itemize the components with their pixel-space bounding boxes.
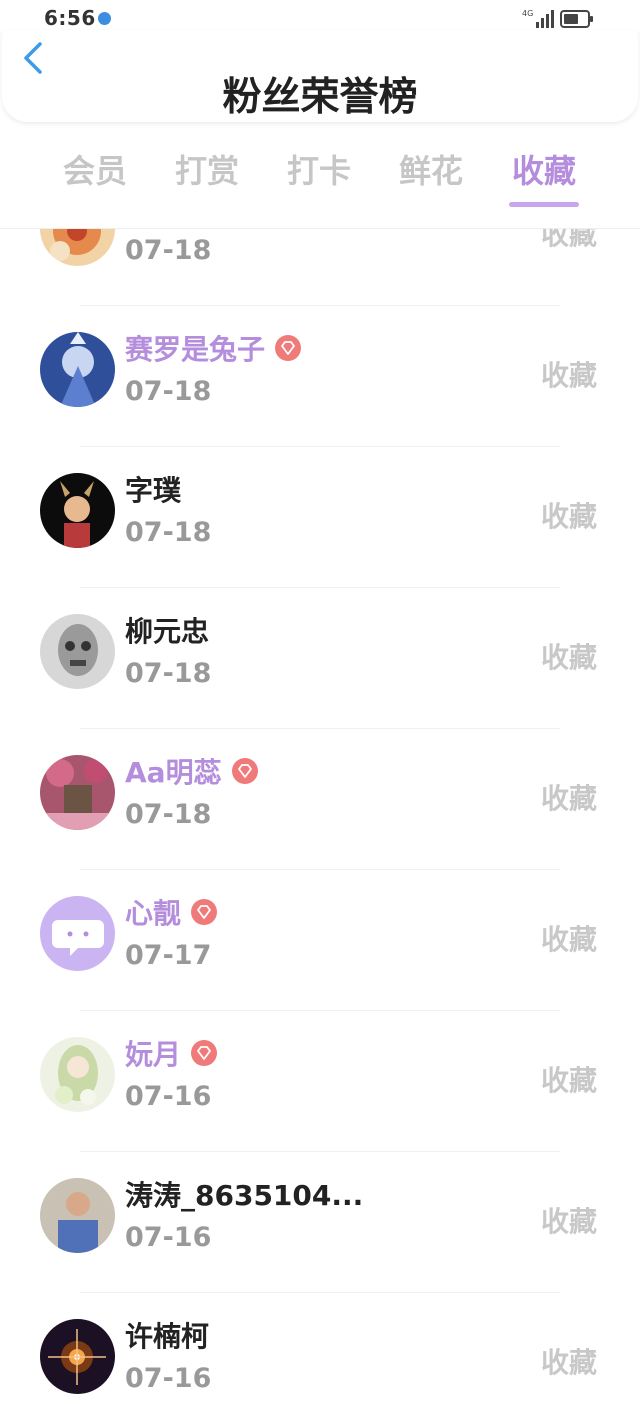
avatar[interactable] [40, 896, 115, 971]
favorite-action-label: 收藏 [541, 923, 598, 956]
favorite-action-label: 收藏 [541, 1064, 598, 1097]
favorite-action-label: 收藏 [541, 641, 598, 674]
favorite-date: 07-16 [125, 1363, 212, 1394]
tab-favorites[interactable]: 收藏 [499, 146, 589, 192]
favorite-action-label: 收藏 [541, 1346, 598, 1379]
favorite-date: 07-18 [125, 235, 212, 266]
favorite-action-label: 收藏 [541, 229, 598, 251]
vip-diamond-icon [231, 758, 258, 784]
vip-diamond-icon [191, 899, 218, 925]
list-item[interactable]: Aa明蕊 07-18 收藏 [0, 729, 640, 870]
tab-bar: 会员 打赏 打卡 鲜花 收藏 [0, 140, 640, 210]
avatar[interactable] [40, 229, 115, 266]
avatar[interactable] [40, 1037, 115, 1112]
page-title: 粉丝荣誉榜 [222, 75, 418, 120]
list-item[interactable]: 柳元忠 07-18 收藏 [0, 588, 640, 729]
tab-checkin[interactable]: 打卡 [274, 146, 364, 192]
user-name: 赛罗是兔子 [125, 333, 266, 366]
favorite-action-label: 收藏 [541, 359, 598, 392]
list-item[interactable]: 涛涛_8635104... 07-16 收藏 [0, 1152, 640, 1293]
cellular-signal-icon: 4G [522, 9, 554, 28]
active-tab-indicator [509, 202, 579, 207]
avatar[interactable] [40, 332, 115, 407]
app-notification-icon [98, 12, 111, 25]
favorite-date: 07-18 [125, 799, 212, 830]
favorite-date: 07-18 [125, 517, 212, 548]
favorite-date: 07-18 [125, 376, 212, 407]
vip-diamond-icon [191, 1040, 218, 1066]
svg-text:4G: 4G [522, 9, 533, 18]
fan-list[interactable]: 07-18 收藏 赛罗是兔子 07-18 收藏 字璞 07-18 收藏 柳元忠 … [0, 229, 640, 1422]
user-name: 涛涛_8635104... [125, 1179, 364, 1212]
avatar[interactable] [40, 1319, 115, 1394]
list-item[interactable]: 字璞 07-18 收藏 [0, 447, 640, 588]
favorite-date: 07-17 [125, 940, 212, 971]
user-name: 字璞 [125, 474, 182, 507]
favorite-date: 07-16 [125, 1222, 212, 1253]
favorite-date: 07-18 [125, 658, 212, 689]
avatar[interactable] [40, 755, 115, 830]
tab-members[interactable]: 会员 [50, 146, 140, 192]
avatar[interactable] [40, 473, 115, 548]
user-name: 许楠柯 [125, 1320, 210, 1353]
user-name: 妧月 [125, 1038, 182, 1071]
list-item[interactable]: 07-18 收藏 [0, 229, 640, 306]
favorite-action-label: 收藏 [541, 782, 598, 815]
favorite-date: 07-16 [125, 1081, 212, 1112]
list-item[interactable]: 心靓 07-17 收藏 [0, 870, 640, 1011]
user-name: 柳元忠 [125, 615, 210, 648]
user-name: Aa明蕊 [125, 756, 222, 789]
tab-rewards[interactable]: 打赏 [162, 146, 252, 192]
tab-flowers[interactable]: 鲜花 [386, 146, 476, 192]
favorite-action-label: 收藏 [541, 1205, 598, 1238]
avatar[interactable] [40, 614, 115, 689]
list-item[interactable]: 妧月 07-16 收藏 [0, 1011, 640, 1152]
battery-icon [560, 10, 593, 28]
status-time: 6:56 [44, 6, 96, 30]
avatar[interactable] [40, 1178, 115, 1253]
list-item[interactable]: 许楠柯 07-16 收藏 [0, 1293, 640, 1422]
vip-diamond-icon [275, 335, 302, 361]
list-item[interactable]: 赛罗是兔子 07-18 收藏 [0, 306, 640, 447]
favorite-action-label: 收藏 [541, 500, 598, 533]
user-name: 心靓 [125, 897, 182, 930]
